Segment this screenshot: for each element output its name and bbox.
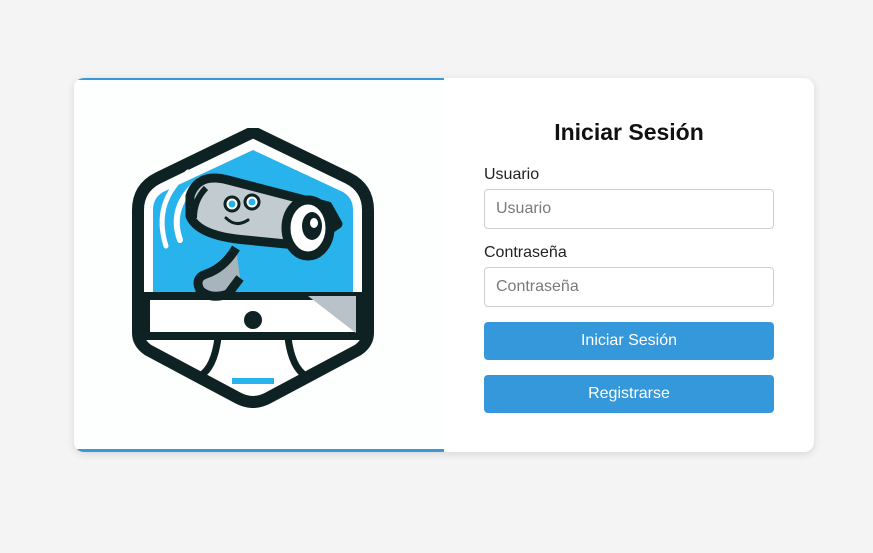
logo-panel	[74, 78, 444, 452]
register-button[interactable]: Registrarse	[484, 375, 774, 413]
username-input[interactable]	[484, 189, 774, 229]
login-button[interactable]: Iniciar Sesión	[484, 322, 774, 360]
login-card: Iniciar Sesión Usuario Contraseña Inicia…	[74, 78, 814, 452]
password-input[interactable]	[484, 267, 774, 307]
login-form: Iniciar Sesión Usuario Contraseña Inicia…	[444, 78, 814, 452]
page-title: Iniciar Sesión	[554, 119, 704, 145]
security-camera-shield-icon	[132, 128, 374, 408]
username-label: Usuario	[484, 166, 540, 183]
password-label: Contraseña	[484, 244, 567, 261]
